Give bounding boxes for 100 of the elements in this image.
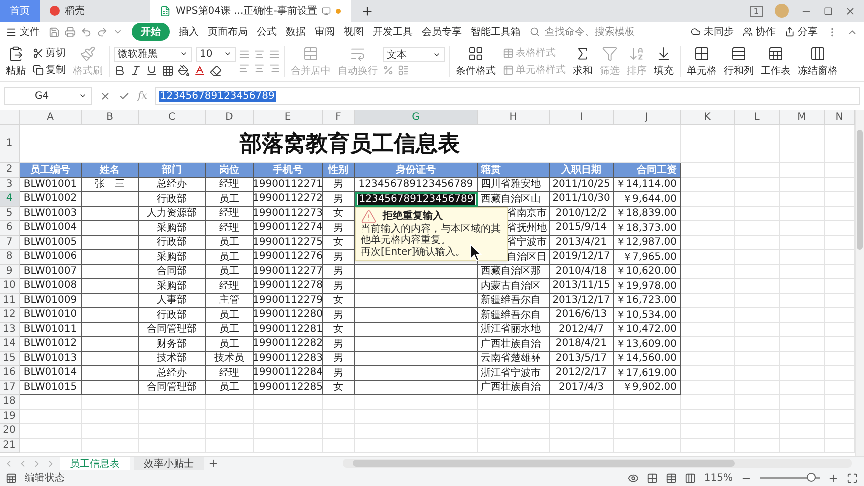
toolbar-button[interactable]: 分享 [785, 23, 818, 41]
horizontal-scrollbar[interactable] [343, 459, 852, 468]
column-header[interactable]: A [20, 110, 82, 125]
align-middle-icon[interactable] [254, 49, 265, 60]
fill-color-icon[interactable] [178, 64, 190, 76]
ribbon-button[interactable]: 单元格 [685, 42, 719, 81]
ribbon-button[interactable]: 剪切 [31, 46, 68, 60]
close-icon[interactable] [845, 6, 856, 16]
normal-view-icon[interactable] [666, 472, 678, 484]
row-number[interactable]: 13 [0, 322, 20, 337]
row-number[interactable]: 1 [0, 125, 20, 163]
column-header[interactable]: J [614, 110, 681, 125]
ribbon-button[interactable]: 条件格式 [454, 42, 498, 81]
vertical-scrollbar[interactable] [855, 110, 864, 456]
align-left-icon[interactable] [239, 63, 250, 74]
add-sheet-icon[interactable] [208, 458, 219, 469]
ribbon-tab[interactable]: 智能工具箱 [471, 23, 521, 41]
ribbon-tab[interactable]: 插入 [179, 23, 199, 41]
bold-icon[interactable] [114, 64, 126, 76]
column-header[interactable]: E [254, 110, 323, 125]
toolbar-button[interactable]: 协作 [743, 23, 776, 41]
ribbon-button[interactable]: 行和列 [722, 42, 756, 81]
save-icon[interactable] [49, 26, 60, 38]
window-tab[interactable]: 稻壳 [40, 0, 150, 22]
grid-icon[interactable] [647, 472, 658, 484]
ribbon-button[interactable]: 复制 [31, 63, 68, 77]
page-view-icon[interactable] [685, 472, 696, 484]
new-tab-icon[interactable] [361, 4, 374, 18]
print-icon[interactable] [65, 26, 76, 38]
row-number[interactable]: 14 [0, 337, 20, 352]
zoom-in-icon[interactable] [828, 472, 839, 484]
number-format-dropdown[interactable]: 文本 [383, 47, 445, 62]
italic-icon[interactable] [130, 64, 142, 76]
ribbon-button[interactable]: 求和 [571, 42, 595, 81]
column-header[interactable]: I [550, 110, 614, 125]
row-number[interactable]: 8 [0, 250, 20, 264]
undo-icon[interactable] [81, 26, 92, 38]
eraser-icon[interactable] [210, 64, 222, 76]
row-number[interactable]: 17 [0, 380, 20, 395]
row-number[interactable]: 15 [0, 352, 20, 366]
ribbon-tab[interactable]: 开始 [132, 23, 170, 41]
row-number[interactable]: 3 [0, 178, 20, 192]
sheet-tab[interactable]: 员工信息表 [60, 456, 130, 470]
ribbon-button[interactable]: 粘贴 [4, 42, 28, 81]
slider-thumb[interactable] [807, 473, 816, 482]
column-header[interactable]: D [206, 110, 254, 125]
row-number[interactable]: 5 [0, 206, 20, 221]
row-number[interactable]: 20 [0, 424, 20, 438]
row-number[interactable]: 7 [0, 236, 20, 250]
column-header[interactable]: L [735, 110, 780, 125]
ribbon-button[interactable]: 填充 [652, 42, 676, 81]
ribbon-button[interactable]: 冻结窗格 [796, 42, 840, 81]
column-header[interactable]: H [478, 110, 550, 125]
align-center-icon[interactable] [254, 63, 265, 74]
column-header[interactable]: B [82, 110, 139, 125]
column-header[interactable]: K [681, 110, 735, 125]
align-top-icon[interactable] [239, 49, 250, 60]
cancel-icon[interactable] [100, 90, 111, 102]
align-bottom-icon[interactable] [269, 49, 280, 60]
ribbon-tab[interactable]: 视图 [344, 23, 364, 41]
align-right-icon[interactable] [269, 63, 280, 74]
ribbon-tab[interactable]: 开发工具 [373, 23, 413, 41]
maximize-icon[interactable] [824, 6, 833, 16]
macro-icon[interactable] [6, 472, 17, 484]
toolbar-button[interactable]: 未同步 [691, 23, 734, 41]
formula-field[interactable]: 123456789123456789 [155, 87, 860, 105]
row-number[interactable]: 16 [0, 366, 20, 380]
font-size-dropdown[interactable]: 10 [196, 46, 236, 62]
row-number[interactable]: 2 [0, 163, 20, 178]
column-header[interactable]: F [323, 110, 355, 125]
eye-icon[interactable] [628, 472, 640, 484]
row-number[interactable]: 21 [0, 438, 20, 453]
file-menu[interactable]: 文件 [6, 23, 40, 41]
ribbon-tab[interactable]: 公式 [257, 23, 277, 41]
ribbon-tab[interactable]: 会员专享 [422, 23, 462, 41]
row-number[interactable]: 10 [0, 279, 20, 294]
row-number[interactable]: 12 [0, 308, 20, 322]
font-color-icon[interactable] [194, 64, 206, 76]
borders-icon[interactable] [162, 64, 174, 76]
underline-icon[interactable] [146, 64, 158, 76]
fullscreen-icon[interactable] [847, 472, 858, 484]
ribbon-button[interactable]: 工作表 [759, 42, 793, 81]
ribbon-tab[interactable]: 审阅 [315, 23, 335, 41]
sheet-tab[interactable]: 效率小贴士 [134, 456, 204, 470]
row-number[interactable]: 19 [0, 410, 20, 424]
row-number[interactable]: 9 [0, 264, 20, 279]
redo-icon[interactable] [97, 26, 108, 38]
percent-icon[interactable] [383, 65, 394, 76]
confirm-icon[interactable] [119, 90, 130, 102]
row-number[interactable]: 11 [0, 294, 20, 308]
column-header[interactable]: C [139, 110, 206, 125]
decimal-icon[interactable] [398, 65, 409, 76]
ribbon-tab[interactable]: 数据 [286, 23, 306, 41]
search-field[interactable]: 查找命令、搜索模板 [530, 26, 638, 38]
font-dropdown[interactable]: 微软雅黑 [114, 46, 192, 62]
column-header[interactable]: M [780, 110, 825, 125]
row-number[interactable]: 6 [0, 221, 20, 236]
ribbon-tab[interactable]: 页面布局 [208, 23, 248, 41]
window-tab[interactable]: WPS第04课 ...正确性-事前设置 [150, 0, 352, 22]
row-number[interactable]: 18 [0, 395, 20, 410]
